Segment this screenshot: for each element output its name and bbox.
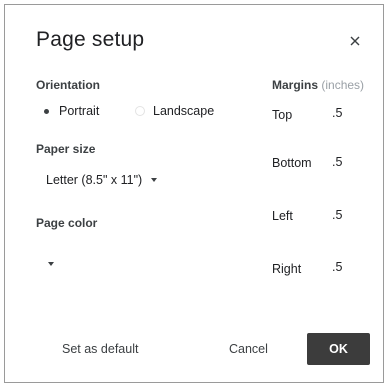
cancel-button[interactable]: Cancel — [229, 342, 268, 356]
close-icon[interactable] — [348, 34, 362, 48]
chevron-down-icon — [151, 178, 158, 182]
margin-right-label: Right — [272, 262, 302, 276]
orientation-portrait-label: Portrait — [59, 104, 100, 118]
radio-checked-icon — [41, 106, 51, 116]
ok-button[interactable]: OK — [307, 333, 370, 365]
paper-size-label: Paper size — [36, 142, 96, 156]
orientation-label: Orientation — [36, 78, 101, 92]
margin-left-input[interactable] — [328, 206, 364, 224]
page-setup-dialog: Page setup Orientation Portrait Landscap… — [10, 10, 379, 376]
paper-size-dropdown[interactable]: Letter (8.5" x 11") — [46, 173, 158, 187]
page-color-picker[interactable] — [40, 250, 66, 270]
orientation-landscape-label: Landscape — [153, 104, 215, 118]
paper-size-value: Letter (8.5" x 11") — [46, 173, 143, 187]
margins-unit: (inches) — [321, 78, 365, 92]
radio-unchecked-icon — [135, 106, 145, 116]
orientation-landscape-radio[interactable]: Landscape — [135, 104, 214, 118]
margin-top-input[interactable] — [328, 104, 364, 122]
page-color-label: Page color — [36, 216, 98, 230]
margin-bottom-label: Bottom — [272, 156, 312, 170]
set-as-default-button[interactable]: Set as default — [62, 342, 138, 356]
orientation-portrait-radio[interactable]: Portrait — [41, 104, 99, 118]
dialog-title: Page setup — [36, 28, 145, 51]
margins-title: Margins — [272, 78, 319, 92]
chevron-down-icon — [48, 262, 54, 266]
margins-label: Margins (inches) — [272, 78, 364, 92]
margin-top-label: Top — [272, 108, 293, 122]
margin-bottom-input[interactable] — [328, 153, 364, 171]
margin-right-input[interactable] — [328, 258, 364, 276]
margin-left-label: Left — [272, 209, 293, 223]
